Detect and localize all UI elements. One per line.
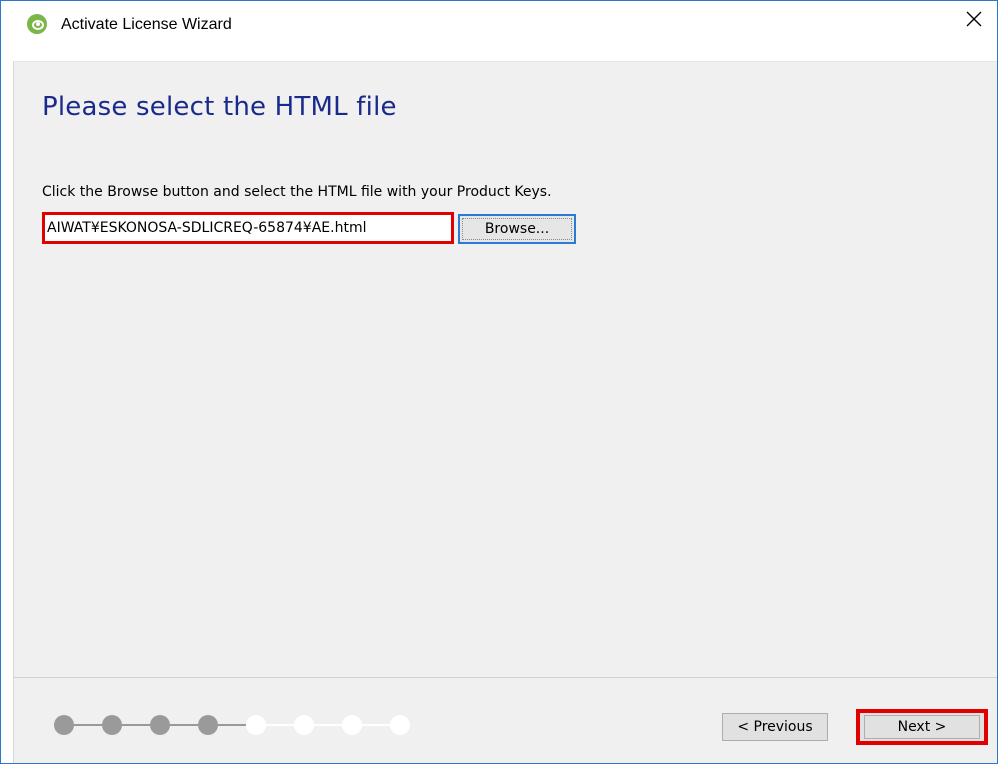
instruction-text: Click the Browse button and select the H… <box>42 184 552 200</box>
close-button[interactable] <box>951 1 997 37</box>
previous-button[interactable]: < Previous <box>722 713 828 741</box>
wizard-footer: < Previous Next > <box>13 677 997 763</box>
step-dot-7 <box>342 715 390 735</box>
step-dot-5 <box>246 715 294 735</box>
browse-button[interactable]: Browse... <box>458 214 576 244</box>
step-dot-1 <box>54 715 102 735</box>
window-title: Activate License Wizard <box>61 16 232 33</box>
page-title: Please select the HTML file <box>42 92 397 122</box>
next-button[interactable]: Next > <box>856 709 988 745</box>
step-dot-8 <box>390 715 410 735</box>
file-path-input[interactable] <box>42 212 454 244</box>
app-logo-icon <box>27 14 47 34</box>
wizard-content: Please select the HTML file Click the Br… <box>13 61 997 677</box>
step-dot-3 <box>150 715 198 735</box>
step-progress-indicator <box>54 715 438 735</box>
close-icon <box>966 11 982 27</box>
step-dot-2 <box>102 715 150 735</box>
step-dot-6 <box>294 715 342 735</box>
footer-divider <box>14 677 997 678</box>
step-dot-4 <box>198 715 246 735</box>
title-bar: Activate License Wizard <box>1 1 997 37</box>
wizard-window: Activate License Wizard Please select th… <box>0 0 998 764</box>
